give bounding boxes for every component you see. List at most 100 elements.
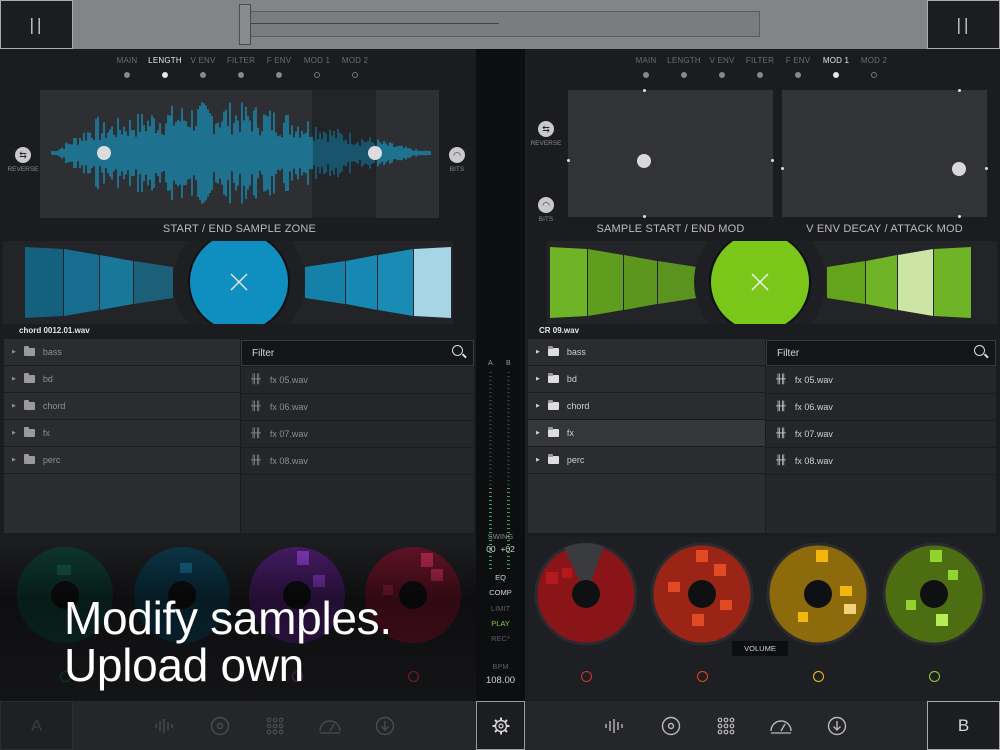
deck-a-tab-mod-1[interactable]: MOD 1 bbox=[298, 56, 336, 78]
deck-b-tab-mod-1[interactable]: MOD 1 bbox=[817, 56, 855, 78]
dial-red bbox=[534, 542, 638, 646]
deck-a-tab-mod-2[interactable]: MOD 2 bbox=[336, 56, 374, 78]
deck-b-tab-main[interactable]: MAIN bbox=[627, 56, 665, 78]
tab-label: MAIN bbox=[635, 56, 657, 65]
rec-button[interactable]: REC* bbox=[476, 634, 525, 643]
deck-a-tab-length[interactable]: LENGTH bbox=[146, 56, 184, 78]
deck-b-pad[interactable] bbox=[547, 216, 997, 348]
folder-icon bbox=[23, 427, 35, 437]
disc-view-icon[interactable] bbox=[659, 714, 683, 738]
deck-b-bits-control[interactable]: ◠ BITS bbox=[526, 197, 566, 223]
swing-label: SWING bbox=[487, 532, 514, 541]
deck-b-tab-mod-2[interactable]: MOD 2 bbox=[855, 56, 893, 78]
deck-b-pad-graphic bbox=[547, 216, 997, 348]
folder-icon bbox=[23, 346, 35, 356]
settings-button[interactable] bbox=[476, 701, 525, 750]
gauge-view-icon[interactable] bbox=[318, 714, 342, 738]
folder-label: chord bbox=[42, 401, 66, 411]
deck-b-folder-fx[interactable]: ▶ fx bbox=[528, 420, 765, 447]
dial-red-indicator[interactable] bbox=[581, 671, 592, 682]
search-icon[interactable] bbox=[974, 345, 985, 356]
deck-a-file-row[interactable]: ╫╫ fx 06.wav bbox=[241, 394, 474, 421]
search-icon[interactable] bbox=[452, 345, 463, 356]
scrollbar-thumb[interactable] bbox=[239, 4, 251, 45]
download-icon[interactable] bbox=[373, 714, 397, 738]
bpm-label: BPM bbox=[492, 662, 509, 671]
deck-a-bits-control[interactable]: ◠ BITS bbox=[437, 147, 477, 173]
waveform-view-glyph bbox=[155, 719, 173, 733]
deck-b-folder-perc[interactable]: ▶ perc bbox=[528, 447, 765, 474]
deck-b-tab-filter[interactable]: FILTER bbox=[741, 56, 779, 78]
grid-view-icon[interactable] bbox=[263, 714, 287, 738]
comp-button[interactable]: COMP bbox=[476, 588, 525, 597]
dial-amber-indicator[interactable] bbox=[813, 671, 824, 682]
tab-label: F ENV bbox=[266, 56, 292, 65]
edge-marker bbox=[643, 89, 646, 92]
deck-b-file-row[interactable]: ╫╫ fx 06.wav bbox=[766, 394, 996, 421]
tab-dot bbox=[719, 72, 725, 78]
deck-a-tab-f-env[interactable]: F ENV bbox=[260, 56, 298, 78]
deck-b-select-button[interactable]: B bbox=[927, 701, 1000, 750]
bpm-value[interactable]: 108.00 bbox=[476, 675, 525, 686]
grid-view-icon[interactable] bbox=[714, 714, 738, 738]
deck-a-select-button[interactable]: A bbox=[0, 701, 73, 750]
limit-button[interactable]: LIMIT bbox=[476, 604, 525, 613]
deck-b-tab-v-env[interactable]: V ENV bbox=[703, 56, 741, 78]
waveform-view-icon[interactable] bbox=[153, 714, 177, 738]
download-icon[interactable] bbox=[825, 714, 849, 738]
deck-a-folder-chord[interactable]: ▶ chord bbox=[4, 393, 240, 420]
deck-b-folder-bass[interactable]: ▶ bass bbox=[528, 339, 765, 366]
deck-a-reverse-control[interactable]: ⇆ REVERSE bbox=[3, 147, 43, 173]
deck-a-tab-v-env[interactable]: V ENV bbox=[184, 56, 222, 78]
dial-amber bbox=[766, 542, 870, 646]
deck-a-folder-fx[interactable]: ▶ fx bbox=[4, 420, 240, 447]
deck-b-tabs: MAIN LENGTH V ENV FILTER F ENV MOD 1 MOD… bbox=[627, 56, 893, 78]
deck-b-tab-f-env[interactable]: F ENV bbox=[779, 56, 817, 78]
swing-values[interactable]: 00 +02 bbox=[476, 544, 525, 554]
expand-icon: ▶ bbox=[12, 430, 16, 436]
waveform-icon: ╫╫ bbox=[776, 375, 786, 385]
deck-a-pad[interactable] bbox=[3, 216, 453, 348]
folder-icon bbox=[547, 346, 559, 356]
deck-a-file-row[interactable]: ╫╫ fx 05.wav bbox=[241, 367, 474, 394]
pause-right-button[interactable]: || bbox=[927, 0, 1000, 49]
tab-label: FILTER bbox=[226, 56, 256, 65]
sample-end-handle bbox=[368, 146, 382, 160]
waveform-view-icon[interactable] bbox=[603, 714, 627, 738]
deck-a-folder-bd[interactable]: ▶ bd bbox=[4, 366, 240, 393]
deck-b-file-row[interactable]: ╫╫ fx 05.wav bbox=[766, 367, 996, 394]
deck-b-xy-pad-1[interactable] bbox=[567, 89, 774, 218]
deck-b-folder-chord[interactable]: ▶ chord bbox=[528, 393, 765, 420]
deck-a-tabs: MAIN LENGTH V ENV FILTER F ENV MOD 1 MOD… bbox=[108, 56, 374, 78]
file-label: fx 08.wav bbox=[269, 456, 308, 466]
deck-b-file-row[interactable]: ╫╫ fx 08.wav bbox=[766, 448, 996, 475]
deck-b-file-row[interactable]: ╫╫ fx 07.wav bbox=[766, 421, 996, 448]
deck-a-file-row[interactable]: ╫╫ fx 07.wav bbox=[241, 421, 474, 448]
tab-dot bbox=[124, 72, 130, 78]
deck-a-folder-bass[interactable]: ▶ bass bbox=[4, 339, 240, 366]
xy-pad-1-handle[interactable] bbox=[637, 154, 651, 168]
deck-b-filter-input[interactable]: Filter bbox=[766, 340, 996, 366]
pause-left-button[interactable]: || bbox=[0, 0, 73, 49]
dial-orange-red-indicator[interactable] bbox=[697, 671, 708, 682]
deck-a-folder-perc[interactable]: ▶ perc bbox=[4, 447, 240, 474]
deck-a-tab-main[interactable]: MAIN bbox=[108, 56, 146, 78]
play-button[interactable]: PLAY bbox=[476, 619, 525, 628]
xy-pad-2-handle[interactable] bbox=[952, 162, 966, 176]
folder-label: bd bbox=[42, 374, 53, 384]
reverse-label: REVERSE bbox=[7, 166, 39, 173]
position-scrollbar[interactable] bbox=[240, 11, 760, 37]
deck-b-xy-pad-2[interactable] bbox=[781, 89, 988, 218]
deck-b-folder-bd[interactable]: ▶ bd bbox=[528, 366, 765, 393]
deck-b-reverse-control[interactable]: ⇆ REVERSE bbox=[526, 121, 566, 147]
deck-b-tab-length[interactable]: LENGTH bbox=[665, 56, 703, 78]
deck-a-file-row[interactable]: ╫╫ fx 08.wav bbox=[241, 448, 474, 475]
deck-a-tab-filter[interactable]: FILTER bbox=[222, 56, 260, 78]
eq-button[interactable]: EQ bbox=[476, 573, 525, 582]
gauge-view-icon[interactable] bbox=[769, 714, 793, 738]
deck-a-filter-input[interactable]: Filter bbox=[241, 340, 474, 366]
waveform-graphic bbox=[51, 102, 431, 204]
deck-a-waveform[interactable] bbox=[40, 90, 439, 218]
dial-lime-indicator[interactable] bbox=[929, 671, 940, 682]
disc-view-icon[interactable] bbox=[208, 714, 232, 738]
